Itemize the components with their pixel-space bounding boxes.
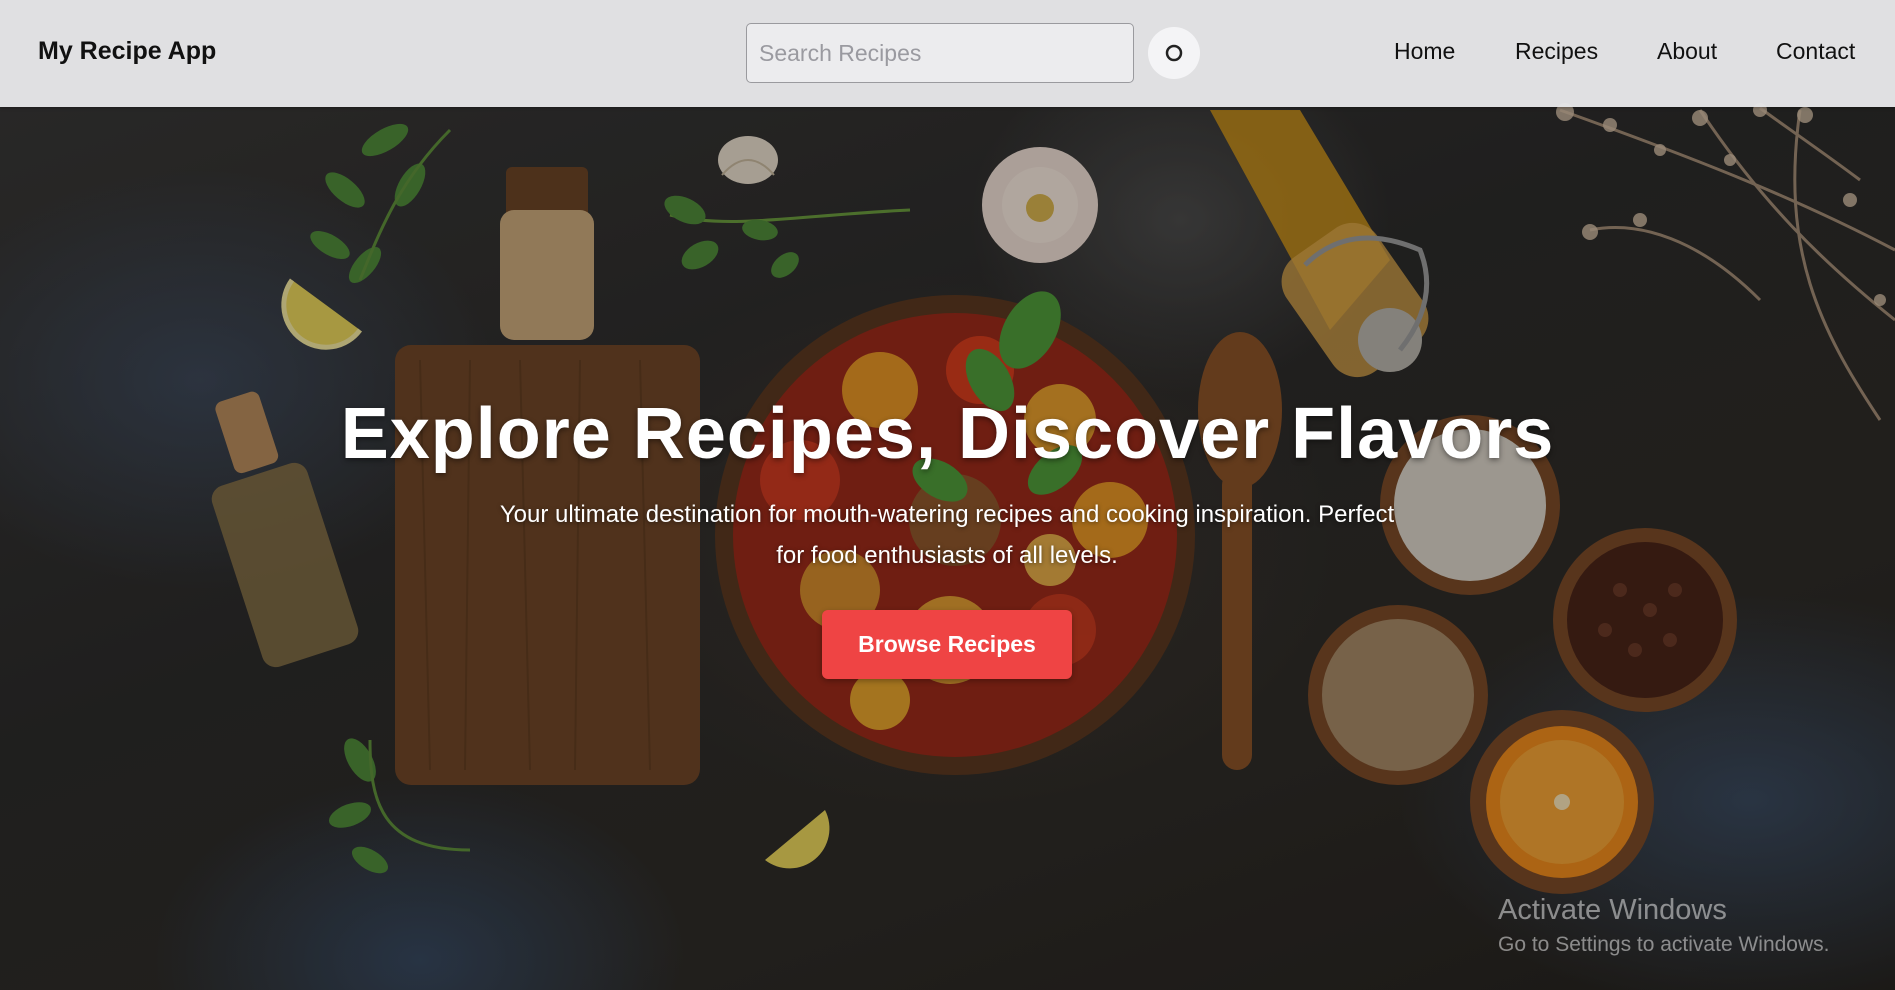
hero-subtitle-line-2: for food enthusiasts of all levels. — [776, 542, 1118, 569]
top-navbar: My Recipe App Home Recipes About Contact — [0, 0, 1895, 107]
watermark-subtitle: Go to Settings to activate Windows. — [1498, 933, 1830, 956]
search-input[interactable] — [746, 23, 1134, 83]
nav-recipes[interactable]: Recipes — [1515, 38, 1598, 65]
nav-contact[interactable]: Contact — [1776, 38, 1855, 65]
nav-home[interactable]: Home — [1394, 38, 1455, 65]
browse-recipes-button[interactable]: Browse Recipes — [822, 610, 1072, 679]
hero-subtitle-line-1: Your ultimate destination for mouth-wate… — [499, 501, 1395, 528]
activate-windows-watermark: Activate Windows Go to Settings to activ… — [1498, 894, 1830, 957]
search-icon — [1165, 44, 1183, 62]
hero-title: Explore Recipes, Discover Flavors — [340, 394, 1555, 474]
app-logo-title[interactable]: My Recipe App — [38, 37, 216, 66]
hero-subtitle: Your ultimate destination for mouth-wate… — [447, 494, 1447, 576]
watermark-title: Activate Windows — [1498, 894, 1727, 926]
search-button[interactable] — [1148, 27, 1200, 79]
nav-about[interactable]: About — [1657, 38, 1717, 65]
